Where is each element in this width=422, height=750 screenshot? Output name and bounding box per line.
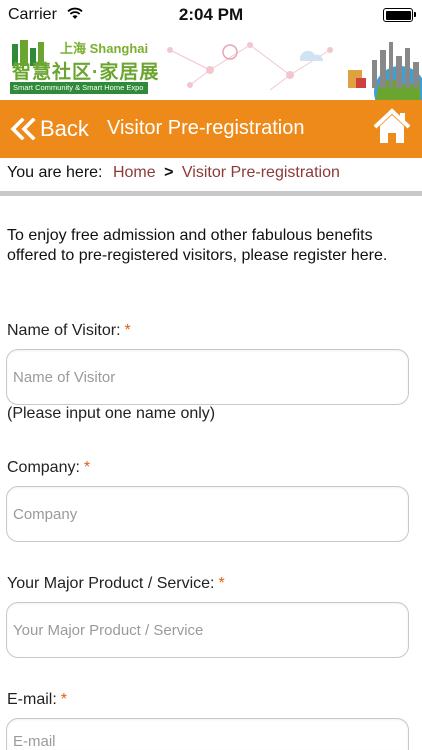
required-mark: * <box>124 322 131 339</box>
email-label-text: E-mail: <box>7 691 57 708</box>
logo-city-text: 上海 Shanghai <box>60 41 149 56</box>
home-icon[interactable] <box>372 107 412 147</box>
email-input[interactable] <box>6 718 409 750</box>
name-hint: (Please input one name only) <box>7 405 216 422</box>
section-divider <box>0 191 422 196</box>
product-input[interactable] <box>6 602 409 658</box>
email-label: E-mail: * <box>7 691 67 709</box>
intro-text: To enjoy free admission and other fabulo… <box>7 227 388 264</box>
breadcrumb-home-link[interactable]: Home <box>113 164 156 181</box>
back-button[interactable]: Back <box>10 113 89 145</box>
battery-icon <box>383 8 416 22</box>
logo-sub-text: Smart Community & Smart Home Expo <box>10 82 148 94</box>
company-label: Company: * <box>7 459 90 477</box>
product-label-text: Your Major Product / Service: <box>7 575 215 592</box>
expo-banner: 上海 Shanghai 智慧社区·家居展 Smart Community & S… <box>0 30 422 100</box>
logo-main-text: 智慧社区·家居展 <box>12 62 160 83</box>
name-label: Name of Visitor: * <box>7 322 131 340</box>
back-label: Back <box>40 116 89 141</box>
smart-city-illustration <box>167 42 422 100</box>
double-chevron-left-icon <box>10 118 36 140</box>
company-label-text: Company: <box>7 459 80 476</box>
required-mark: * <box>60 691 68 708</box>
status-time: 2:04 PM <box>178 5 244 24</box>
page-title: Visitor Pre-registration <box>107 117 305 139</box>
breadcrumb-current: Visitor Pre-registration <box>181 164 340 181</box>
breadcrumb-separator: > <box>164 164 174 181</box>
required-mark: * <box>218 575 225 592</box>
name-input[interactable] <box>6 349 409 405</box>
breadcrumb-prefix: You are here: <box>7 164 103 181</box>
nav-bar: Back Visitor Pre-registration <box>0 100 422 158</box>
breadcrumb: You are here: Home > Visitor Pre-registr… <box>7 164 340 182</box>
name-label-text: Name of Visitor: <box>7 322 121 339</box>
required-mark: * <box>83 459 91 476</box>
product-label: Your Major Product / Service: * <box>7 575 225 593</box>
company-input[interactable] <box>6 486 409 542</box>
expo-logo: 上海 Shanghai 智慧社区·家居展 Smart Community & S… <box>10 38 158 96</box>
status-bar: Carrier 2:04 PM <box>0 0 422 30</box>
